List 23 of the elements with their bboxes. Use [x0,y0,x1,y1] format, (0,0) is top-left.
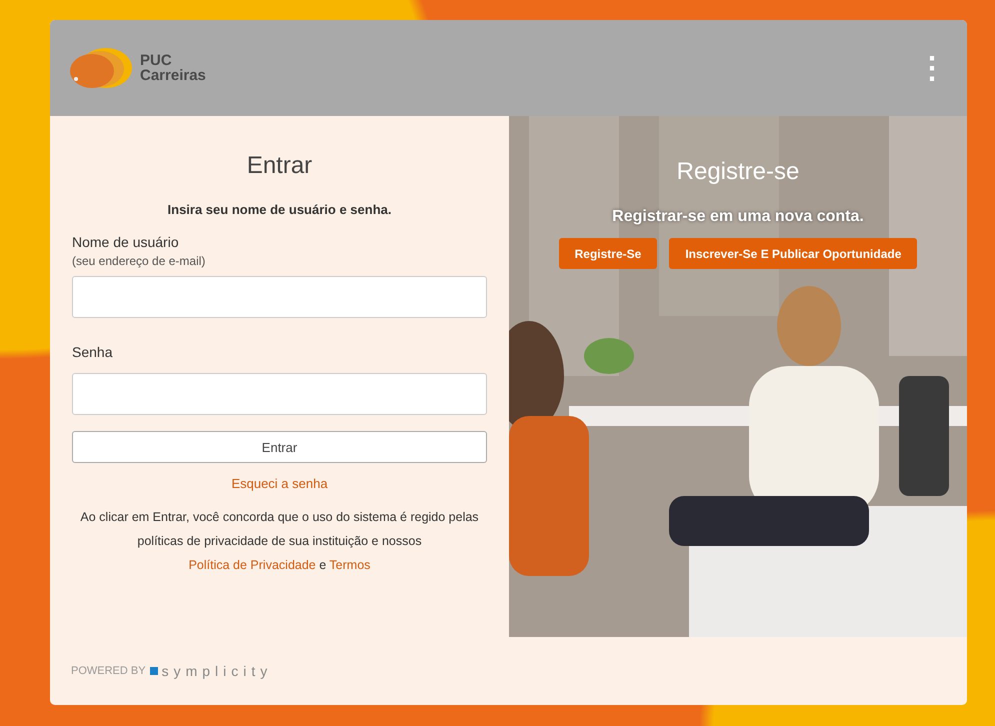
register-subtitle: Registrar-se em uma nova conta. [612,208,864,226]
logo-icon [68,47,134,89]
brand-logo-text: symplicity [162,663,272,679]
legal-notice: Ao clicar em Entrar, você concorda que o uso do sistema é regido pelas políticas de privacidade de sua instituição e nossos Política de Privacidade e Termos [79,509,480,574]
field-hint: (seu endereço de e-mail) [72,254,206,268]
powered-by-label: POWERED BY [71,665,146,677]
field-label: Nome de usuário [72,234,180,250]
legal-link[interactable]: Termos [329,558,370,572]
login-subtitle: Insira seu nome de usuário e senha. [166,202,392,217]
menu-button[interactable]: ⋮ [915,50,949,86]
register-button[interactable]: Inscrever-Se E Publicar Oportunidade [669,238,918,269]
register-button[interactable]: Registre-Se [558,238,658,269]
input-field[interactable] [72,373,487,415]
square-icon [150,667,158,675]
forgot-password-link[interactable]: Esqueci a senha [231,476,328,491]
login-title: Entrar [246,152,314,180]
input-field[interactable] [72,276,487,318]
brand-name: Carreiras [140,68,206,83]
register-title: Registre-se [676,158,800,186]
legal-link[interactable]: Política de Privacidade [188,558,316,572]
field-label: Senha [72,344,114,360]
login-button[interactable]: Entrar [72,431,487,463]
brand-name: PUC [140,53,173,68]
